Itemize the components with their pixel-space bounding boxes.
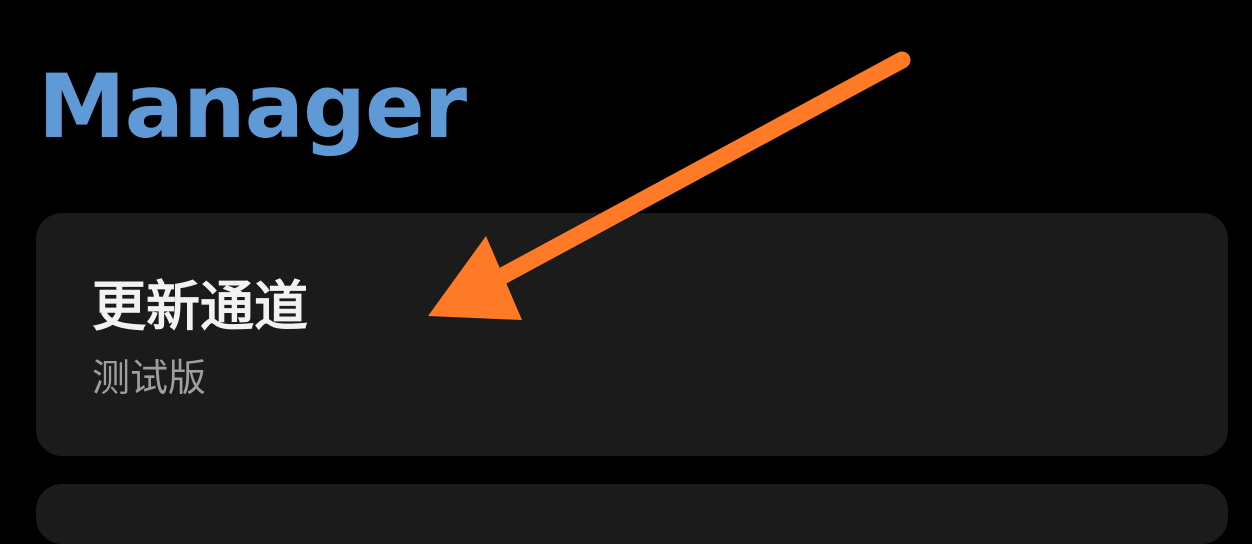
update-channel-value: 测试版 <box>92 356 207 400</box>
next-setting-card[interactable] <box>36 484 1228 544</box>
update-channel-title: 更新通道 <box>92 275 308 338</box>
update-channel-setting[interactable]: 更新通道 测试版 <box>36 213 1228 456</box>
section-title: Manager <box>38 55 467 158</box>
